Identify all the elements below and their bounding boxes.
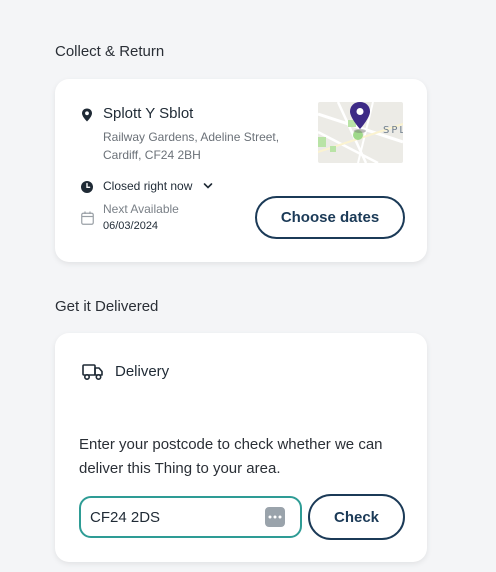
check-button[interactable]: Check [308,494,405,540]
map-thumbnail[interactable]: SPL [318,102,403,163]
location-name: Splott Y Sblot [103,105,194,122]
map-label: SPL [383,125,403,136]
open-status: Closed right now [103,179,193,193]
more-dots-icon[interactable] [265,507,285,527]
map-pin-icon [81,108,93,127]
delivery-card: Delivery Enter your postcode to check wh… [55,333,427,562]
location-address: Railway Gardens, Adeline Street, Cardiff… [103,128,303,164]
delivery-title: Delivery [115,363,170,380]
next-available-label: Next Available [103,202,179,216]
collect-section-title: Collect & Return [55,43,165,60]
calendar-icon [81,211,94,230]
delivery-description: Enter your postcode to check whether we … [79,436,383,477]
chevron-down-icon[interactable] [203,179,213,197]
address-line-2: Cardiff, CF24 2BH [103,148,201,162]
next-available-date: 06/03/2024 [103,220,159,232]
choose-dates-button[interactable]: Choose dates [255,196,405,239]
collect-card: Splott Y Sblot Railway Gardens, Adeline … [55,79,427,262]
truck-icon [82,363,104,386]
postcode-field[interactable] [79,496,302,538]
delivery-section-title: Get it Delivered [55,298,159,315]
postcode-input[interactable] [90,498,260,536]
address-line-1: Railway Gardens, Adeline Street, [103,130,280,144]
clock-icon [81,180,93,198]
